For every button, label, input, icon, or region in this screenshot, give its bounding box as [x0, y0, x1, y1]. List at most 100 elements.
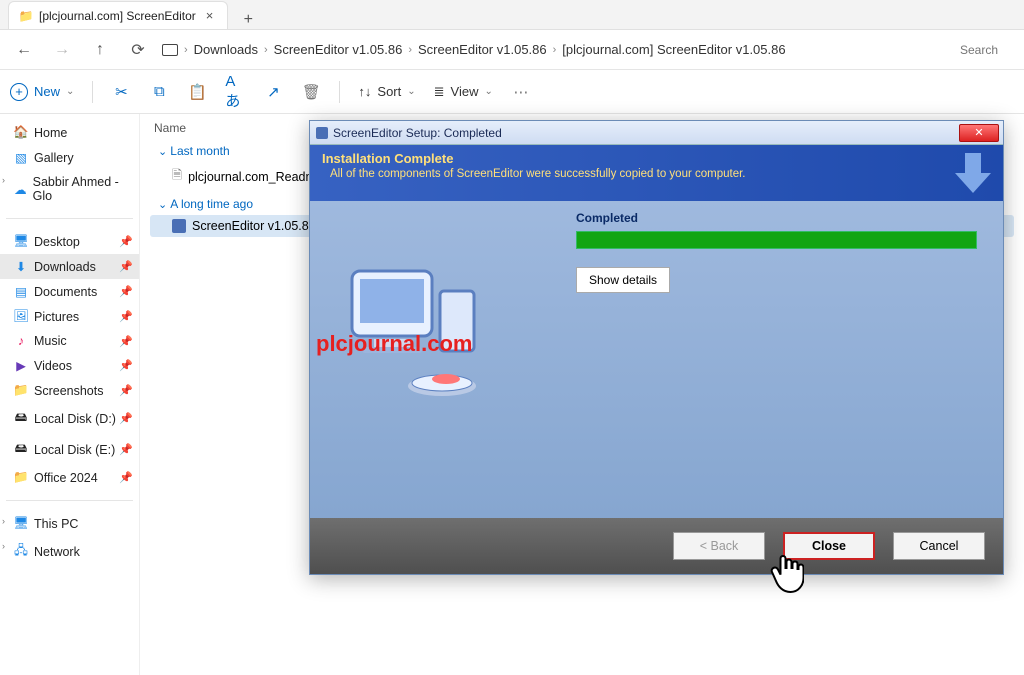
sidebar-label: Local Disk (D:) [34, 412, 116, 426]
status-label: Completed [576, 211, 638, 225]
sidebar-label: Office 2024 [34, 471, 98, 485]
sidebar-label: Local Disk (E:) [34, 443, 115, 457]
dialog-title: ScreenEditor Setup: Completed [333, 126, 502, 140]
dialog-titlebar[interactable]: ScreenEditor Setup: Completed ✕ [310, 121, 1003, 145]
new-button[interactable]: + New ⌄ [10, 83, 74, 101]
sidebar-item-office[interactable]: 📁Office 2024📌 [0, 465, 139, 490]
back-button[interactable]: < Back [673, 532, 765, 560]
progress-bar [576, 231, 977, 249]
watermark-text: plcjournal.com [316, 331, 472, 357]
pin-icon: 📌 [119, 260, 133, 273]
new-tab-button[interactable]: + [234, 11, 262, 29]
search-input[interactable] [954, 39, 1014, 61]
chevron-right-icon: › [184, 44, 188, 56]
pc-icon: 🖥 [14, 516, 28, 531]
breadcrumb-item[interactable]: ScreenEditor v1.05.86 [418, 42, 547, 57]
folder-icon: 📁 [19, 9, 33, 23]
paste-icon[interactable]: 📋 [187, 82, 207, 102]
show-details-button[interactable]: Show details [576, 267, 670, 293]
document-icon: 🗎 [172, 166, 182, 187]
breadcrumb[interactable]: › Downloads › ScreenEditor v1.05.86 › Sc… [162, 42, 944, 57]
tab-title: [plcjournal.com] ScreenEditor [39, 9, 196, 23]
tab-bar: 📁 [plcjournal.com] ScreenEditor × + [0, 0, 1024, 30]
close-button[interactable]: Close [783, 532, 875, 560]
sidebar-item-disk-d[interactable]: 🖴Local Disk (D:)📌 [0, 403, 139, 434]
chevron-down-icon: ⌄ [407, 86, 415, 97]
browser-tab[interactable]: 📁 [plcjournal.com] ScreenEditor × [8, 1, 228, 29]
share-icon[interactable]: ↗ [263, 82, 283, 102]
nav-bar: ← → ↑ ⟳ › Downloads › ScreenEditor v1.05… [0, 30, 1024, 70]
pin-icon: 📌 [119, 384, 133, 397]
file-name: ScreenEditor v1.05.86 [192, 219, 316, 233]
divider [339, 81, 340, 103]
sidebar-label: Downloads [34, 260, 96, 274]
sidebar-item-pictures[interactable]: 🖼Pictures📌 [0, 304, 139, 329]
view-label: View [451, 84, 479, 99]
refresh-button[interactable]: ⟳ [124, 36, 152, 64]
back-button[interactable]: ← [10, 36, 38, 64]
copy-icon[interactable]: ⧉ [149, 82, 169, 102]
breadcrumb-item[interactable]: ScreenEditor v1.05.86 [274, 42, 403, 57]
sidebar-label: Desktop [34, 235, 80, 249]
cancel-button[interactable]: Cancel [893, 532, 985, 560]
sidebar-item-documents[interactable]: ▤ Documents 📌 [0, 279, 139, 304]
delete-icon[interactable]: 🗑 [301, 82, 321, 102]
installer-icon [172, 219, 186, 233]
arrow-down-icon [949, 149, 997, 197]
pc-icon [162, 44, 178, 56]
sidebar-item-downloads[interactable]: ⬇ Downloads 📌 [0, 254, 139, 279]
network-icon: 🖧 [14, 541, 28, 562]
sort-icon: ↑↓ [358, 84, 371, 99]
view-button[interactable]: ≣ View ⌄ [434, 84, 493, 100]
chevron-right-icon: › [2, 175, 5, 185]
pin-icon: 📌 [119, 412, 133, 425]
cut-icon[interactable]: ✂ [111, 82, 131, 102]
gallery-icon: ▧ [14, 150, 28, 165]
divider [6, 218, 133, 219]
rename-icon[interactable]: Aあ [225, 82, 245, 102]
installer-dialog: ScreenEditor Setup: Completed ✕ Installa… [309, 120, 1004, 575]
up-button[interactable]: ↑ [86, 36, 114, 64]
documents-icon: ▤ [14, 284, 28, 299]
pin-icon: 📌 [119, 285, 133, 298]
download-icon: ⬇ [14, 259, 28, 274]
installer-icon [316, 127, 328, 139]
chevron-right-icon: › [2, 541, 5, 551]
divider [92, 81, 93, 103]
sidebar-item-screenshots[interactable]: 📁Screenshots📌 [0, 378, 139, 403]
chevron-right-icon: › [264, 44, 268, 56]
sidebar-item-desktop[interactable]: 🖥Desktop📌 [0, 229, 139, 254]
close-tab-button[interactable]: × [202, 8, 218, 23]
sidebar-item-gallery[interactable]: ▧ Gallery [0, 145, 139, 170]
sidebar-item-home[interactable]: 🏠Home [0, 120, 139, 145]
sidebar-label: Screenshots [34, 384, 103, 398]
chevron-down-icon: ⌄ [485, 86, 493, 97]
music-icon: ♪ [14, 334, 28, 348]
sidebar-item-onedrive[interactable]: › ☁ Sabbir Ahmed - Glo [0, 170, 139, 208]
sidebar-label: Videos [34, 359, 72, 373]
sidebar-item-music[interactable]: ♪ Music 📌 [0, 329, 139, 353]
breadcrumb-item[interactable]: Downloads [194, 42, 258, 57]
more-button[interactable]: ⋯ [511, 82, 531, 102]
sidebar-label: Sabbir Ahmed - Glo [33, 175, 131, 203]
sidebar-item-disk-e[interactable]: 🖴Local Disk (E:)📌 [0, 434, 139, 465]
cloud-icon: ☁ [14, 182, 27, 197]
new-label: New [34, 84, 60, 99]
pin-icon: 📌 [119, 471, 133, 484]
sidebar-label: Documents [34, 285, 97, 299]
window-close-button[interactable]: ✕ [959, 124, 999, 142]
forward-button[interactable]: → [48, 36, 76, 64]
dialog-heading: Installation Complete [322, 151, 991, 166]
sort-button[interactable]: ↑↓ Sort ⌄ [358, 84, 415, 99]
plus-circle-icon: + [10, 83, 28, 101]
sidebar-item-videos[interactable]: ▶Videos📌 [0, 353, 139, 378]
dialog-footer: < Back Close Cancel [310, 518, 1003, 574]
sidebar-item-network[interactable]: ›🖧Network [0, 536, 139, 567]
sidebar-item-thispc[interactable]: ›🖥This PC [0, 511, 139, 536]
home-icon: 🏠 [14, 125, 28, 140]
sidebar-label: Music [34, 334, 67, 348]
pin-icon: 📌 [119, 335, 133, 348]
dialog-subheading: All of the components of ScreenEditor we… [330, 168, 991, 180]
breadcrumb-item[interactable]: [plcjournal.com] ScreenEditor v1.05.86 [562, 42, 785, 57]
sidebar-label: Gallery [34, 151, 74, 165]
